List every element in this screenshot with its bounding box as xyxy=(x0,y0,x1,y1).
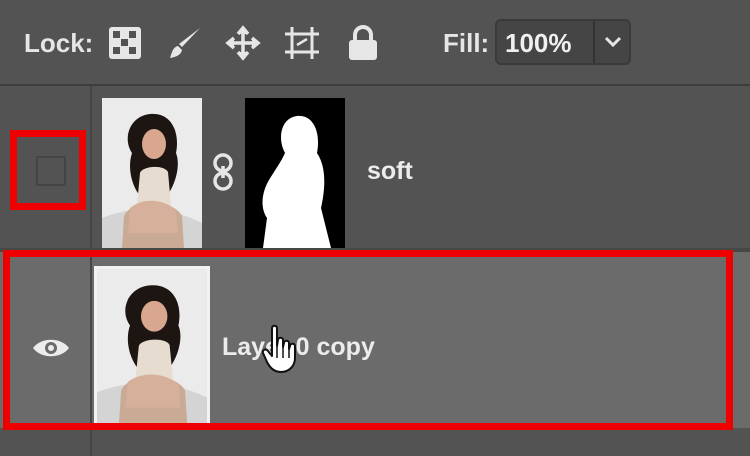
lock-label: Lock: xyxy=(24,28,94,58)
fill-label: Fill: xyxy=(443,28,490,58)
layer-row-soft[interactable]: soft xyxy=(0,86,750,248)
highlight-visibility-box xyxy=(10,130,86,210)
panel-bottom xyxy=(0,428,750,456)
layer-thumbnail[interactable] xyxy=(102,98,202,248)
fill-field[interactable]: 100% xyxy=(495,19,631,65)
chevron-down-icon[interactable] xyxy=(597,21,629,63)
lock-image-pixels-icon[interactable] xyxy=(166,24,204,62)
chain-link-icon[interactable] xyxy=(210,152,236,197)
layer-mask-thumbnail[interactable] xyxy=(245,98,345,248)
fill-separator xyxy=(593,21,595,63)
lock-transparent-pixels-icon[interactable] xyxy=(106,24,144,62)
lock-all-icon[interactable] xyxy=(344,24,382,62)
lock-artboard-icon[interactable] xyxy=(283,24,321,62)
layer-name-soft[interactable]: soft xyxy=(367,156,413,186)
hand-cursor-icon xyxy=(261,324,298,379)
lock-position-icon[interactable] xyxy=(224,24,262,62)
fill-value[interactable]: 100% xyxy=(505,28,572,58)
layers-toolbar: Lock: Fill: 100% xyxy=(0,0,750,84)
highlight-selected-layer xyxy=(3,250,733,430)
